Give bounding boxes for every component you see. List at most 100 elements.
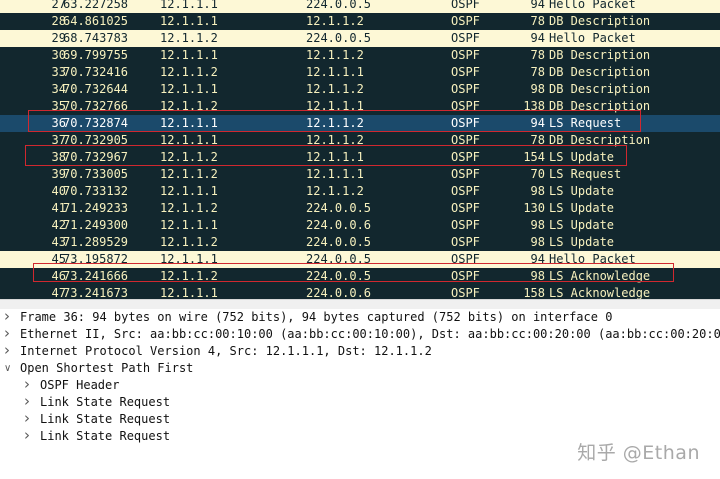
- packet-length: 70: [530, 167, 545, 181]
- packet-row[interactable]: 40 70.733132 12.1.1.1 12.1.1.2 OSPF 98 LS Upda…: [0, 183, 720, 200]
- chevron-right-icon[interactable]: ›: [24, 410, 34, 427]
- packet-row[interactable]: 36 70.732874 12.1.1.1 12.1.1.2 OSPF 94 LS Requ…: [0, 115, 720, 132]
- packet-row[interactable]: 46 73.241666 12.1.1.2 224.0.0.5 OSPF 98 LS Ack…: [0, 268, 720, 285]
- packet-source: 12.1.1.1: [160, 286, 218, 299]
- packet-info: DB Description: [549, 133, 651, 147]
- packet-destination: 12.1.1.2: [306, 184, 364, 198]
- detail-tree-item[interactable]: › Frame 36: 94 bytes on wire (752 bits), …: [0, 308, 720, 326]
- detail-tree-item[interactable]: ∨ Open Shortest Path First: [0, 360, 720, 377]
- detail-tree-item[interactable]: › Link State Request: [0, 393, 720, 411]
- packet-destination: 12.1.1.1: [306, 65, 364, 79]
- detail-tree-label: Open Shortest Path First: [20, 361, 194, 375]
- packet-row[interactable]: 38 70.732967 12.1.1.2 12.1.1.1 OSPF 154 LS Upd…: [0, 149, 720, 166]
- packet-protocol: OSPF: [451, 201, 480, 215]
- packet-protocol: OSPF: [451, 0, 480, 11]
- chevron-down-icon[interactable]: ∨: [4, 360, 14, 377]
- packet-row[interactable]: 27 63.227258 12.1.1.1 224.0.0.5 OSPF 94 Hello …: [0, 0, 720, 13]
- packet-info: DB Description: [549, 65, 651, 79]
- packet-source: 12.1.1.2: [160, 269, 218, 283]
- detail-tree-item[interactable]: › Ethernet II, Src: aa:bb:cc:00:10:00 (aa…: [0, 325, 720, 343]
- packet-protocol: OSPF: [451, 133, 480, 147]
- detail-tree-label: Frame 36: 94 bytes on wire (752 bits), 9…: [20, 310, 613, 324]
- chevron-right-icon[interactable]: ›: [4, 325, 14, 342]
- packet-time: 69.799755: [63, 48, 129, 62]
- detail-tree-item[interactable]: › Internet Protocol Version 4, Src: 12.1.…: [0, 342, 720, 360]
- packet-time: 70.733005: [63, 167, 129, 181]
- packet-protocol: OSPF: [451, 14, 480, 28]
- packet-protocol: OSPF: [451, 252, 480, 266]
- packet-destination: 12.1.1.1: [306, 99, 364, 113]
- packet-length: 78: [530, 48, 545, 62]
- packet-source: 12.1.1.2: [160, 65, 218, 79]
- packet-info: DB Description: [549, 82, 651, 96]
- chevron-right-icon[interactable]: ›: [24, 376, 34, 393]
- packet-protocol: OSPF: [451, 116, 480, 130]
- packet-destination: 224.0.0.6: [306, 286, 372, 299]
- packet-row[interactable]: 45 73.195872 12.1.1.1 224.0.0.5 OSPF 94 Hello …: [0, 251, 720, 268]
- chevron-right-icon[interactable]: ›: [24, 427, 34, 444]
- packet-time: 70.732874: [63, 116, 129, 130]
- packet-source: 12.1.1.2: [160, 167, 218, 181]
- packet-length: 98: [530, 82, 545, 96]
- packet-row[interactable]: 34 70.732644 12.1.1.1 12.1.1.2 OSPF 98 DB Desc…: [0, 81, 720, 98]
- packet-info: DB Description: [549, 14, 651, 28]
- packet-source: 12.1.1.1: [160, 252, 218, 266]
- packet-length: 98: [530, 218, 545, 232]
- packet-source: 12.1.1.1: [160, 116, 218, 130]
- packet-destination: 224.0.0.5: [306, 269, 372, 283]
- detail-tree-item[interactable]: › OSPF Header: [0, 376, 720, 394]
- chevron-right-icon[interactable]: ›: [4, 308, 14, 325]
- packet-length: 94: [530, 31, 545, 45]
- packet-row[interactable]: 39 70.733005 12.1.1.2 12.1.1.1 OSPF 70 LS Requ…: [0, 166, 720, 183]
- packet-time: 68.743783: [63, 31, 129, 45]
- packet-length: 98: [530, 235, 545, 249]
- packet-length: 78: [530, 133, 545, 147]
- packet-destination: 224.0.0.5: [306, 252, 372, 266]
- packet-destination: 12.1.1.2: [306, 116, 364, 130]
- packet-time: 71.249233: [63, 201, 129, 215]
- packet-protocol: OSPF: [451, 218, 480, 232]
- packet-row[interactable]: 30 69.799755 12.1.1.1 12.1.1.2 OSPF 78 DB Desc…: [0, 47, 720, 64]
- packet-protocol: OSPF: [451, 184, 480, 198]
- detail-tree-item[interactable]: › Link State Request: [0, 410, 720, 428]
- packet-row[interactable]: 37 70.732905 12.1.1.1 12.1.1.2 OSPF 78 DB Desc…: [0, 132, 720, 149]
- packet-destination: 12.1.1.2: [306, 48, 364, 62]
- packet-length: 138: [523, 99, 545, 113]
- packet-source: 12.1.1.2: [160, 235, 218, 249]
- watermark: 知乎 @Ethan: [577, 442, 700, 464]
- packet-row[interactable]: 28 64.861025 12.1.1.1 12.1.1.2 OSPF 78 DB Desc…: [0, 13, 720, 30]
- packet-row[interactable]: 29 68.743783 12.1.1.2 224.0.0.5 OSPF 94 Hello …: [0, 30, 720, 47]
- packet-protocol: OSPF: [451, 48, 480, 62]
- detail-tree-label: Link State Request: [40, 412, 171, 426]
- packet-length: 98: [530, 269, 545, 283]
- packet-time: 70.733132: [63, 184, 129, 198]
- packet-list[interactable]: 27 63.227258 12.1.1.1 224.0.0.5 OSPF 94 Hello …: [0, 0, 720, 299]
- detail-tree-label: OSPF Header: [40, 378, 120, 392]
- packet-length: 154: [523, 150, 545, 164]
- packet-row[interactable]: 33 70.732416 12.1.1.2 12.1.1.1 OSPF 78 DB Desc…: [0, 64, 720, 81]
- packet-row[interactable]: 42 71.249300 12.1.1.1 224.0.0.6 OSPF 98 LS Upd…: [0, 217, 720, 234]
- packet-destination: 224.0.0.5: [306, 31, 372, 45]
- packet-time: 71.249300: [63, 218, 129, 232]
- chevron-right-icon[interactable]: ›: [24, 393, 34, 410]
- detail-tree-label: Link State Request: [40, 395, 171, 409]
- packet-protocol: OSPF: [451, 150, 480, 164]
- packet-time: 71.289529: [63, 235, 129, 249]
- packet-row[interactable]: 47 73.241673 12.1.1.1 224.0.0.6 OSPF 158 LS Ac…: [0, 285, 720, 299]
- packet-protocol: OSPF: [451, 167, 480, 181]
- packet-source: 12.1.1.2: [160, 201, 218, 215]
- chevron-right-icon[interactable]: ›: [4, 342, 14, 359]
- packet-row[interactable]: 35 70.732766 12.1.1.2 12.1.1.1 OSPF 138 DB Des…: [0, 98, 720, 115]
- pane-splitter[interactable]: [0, 299, 720, 309]
- packet-info: Hello Packet: [549, 31, 636, 45]
- packet-protocol: OSPF: [451, 65, 480, 79]
- packet-source: 12.1.1.1: [160, 218, 218, 232]
- packet-source: 12.1.1.1: [160, 48, 218, 62]
- packet-row[interactable]: 41 71.249233 12.1.1.2 224.0.0.5 OSPF 130 LS Up…: [0, 200, 720, 217]
- packet-row[interactable]: 43 71.289529 12.1.1.2 224.0.0.5 OSPF 98 LS Upd…: [0, 234, 720, 251]
- packet-time: 63.227258: [63, 0, 129, 11]
- packet-source: 12.1.1.2: [160, 99, 218, 113]
- packet-protocol: OSPF: [451, 99, 480, 113]
- packet-time: 70.732416: [63, 65, 129, 79]
- packet-info: LS Request: [549, 116, 622, 130]
